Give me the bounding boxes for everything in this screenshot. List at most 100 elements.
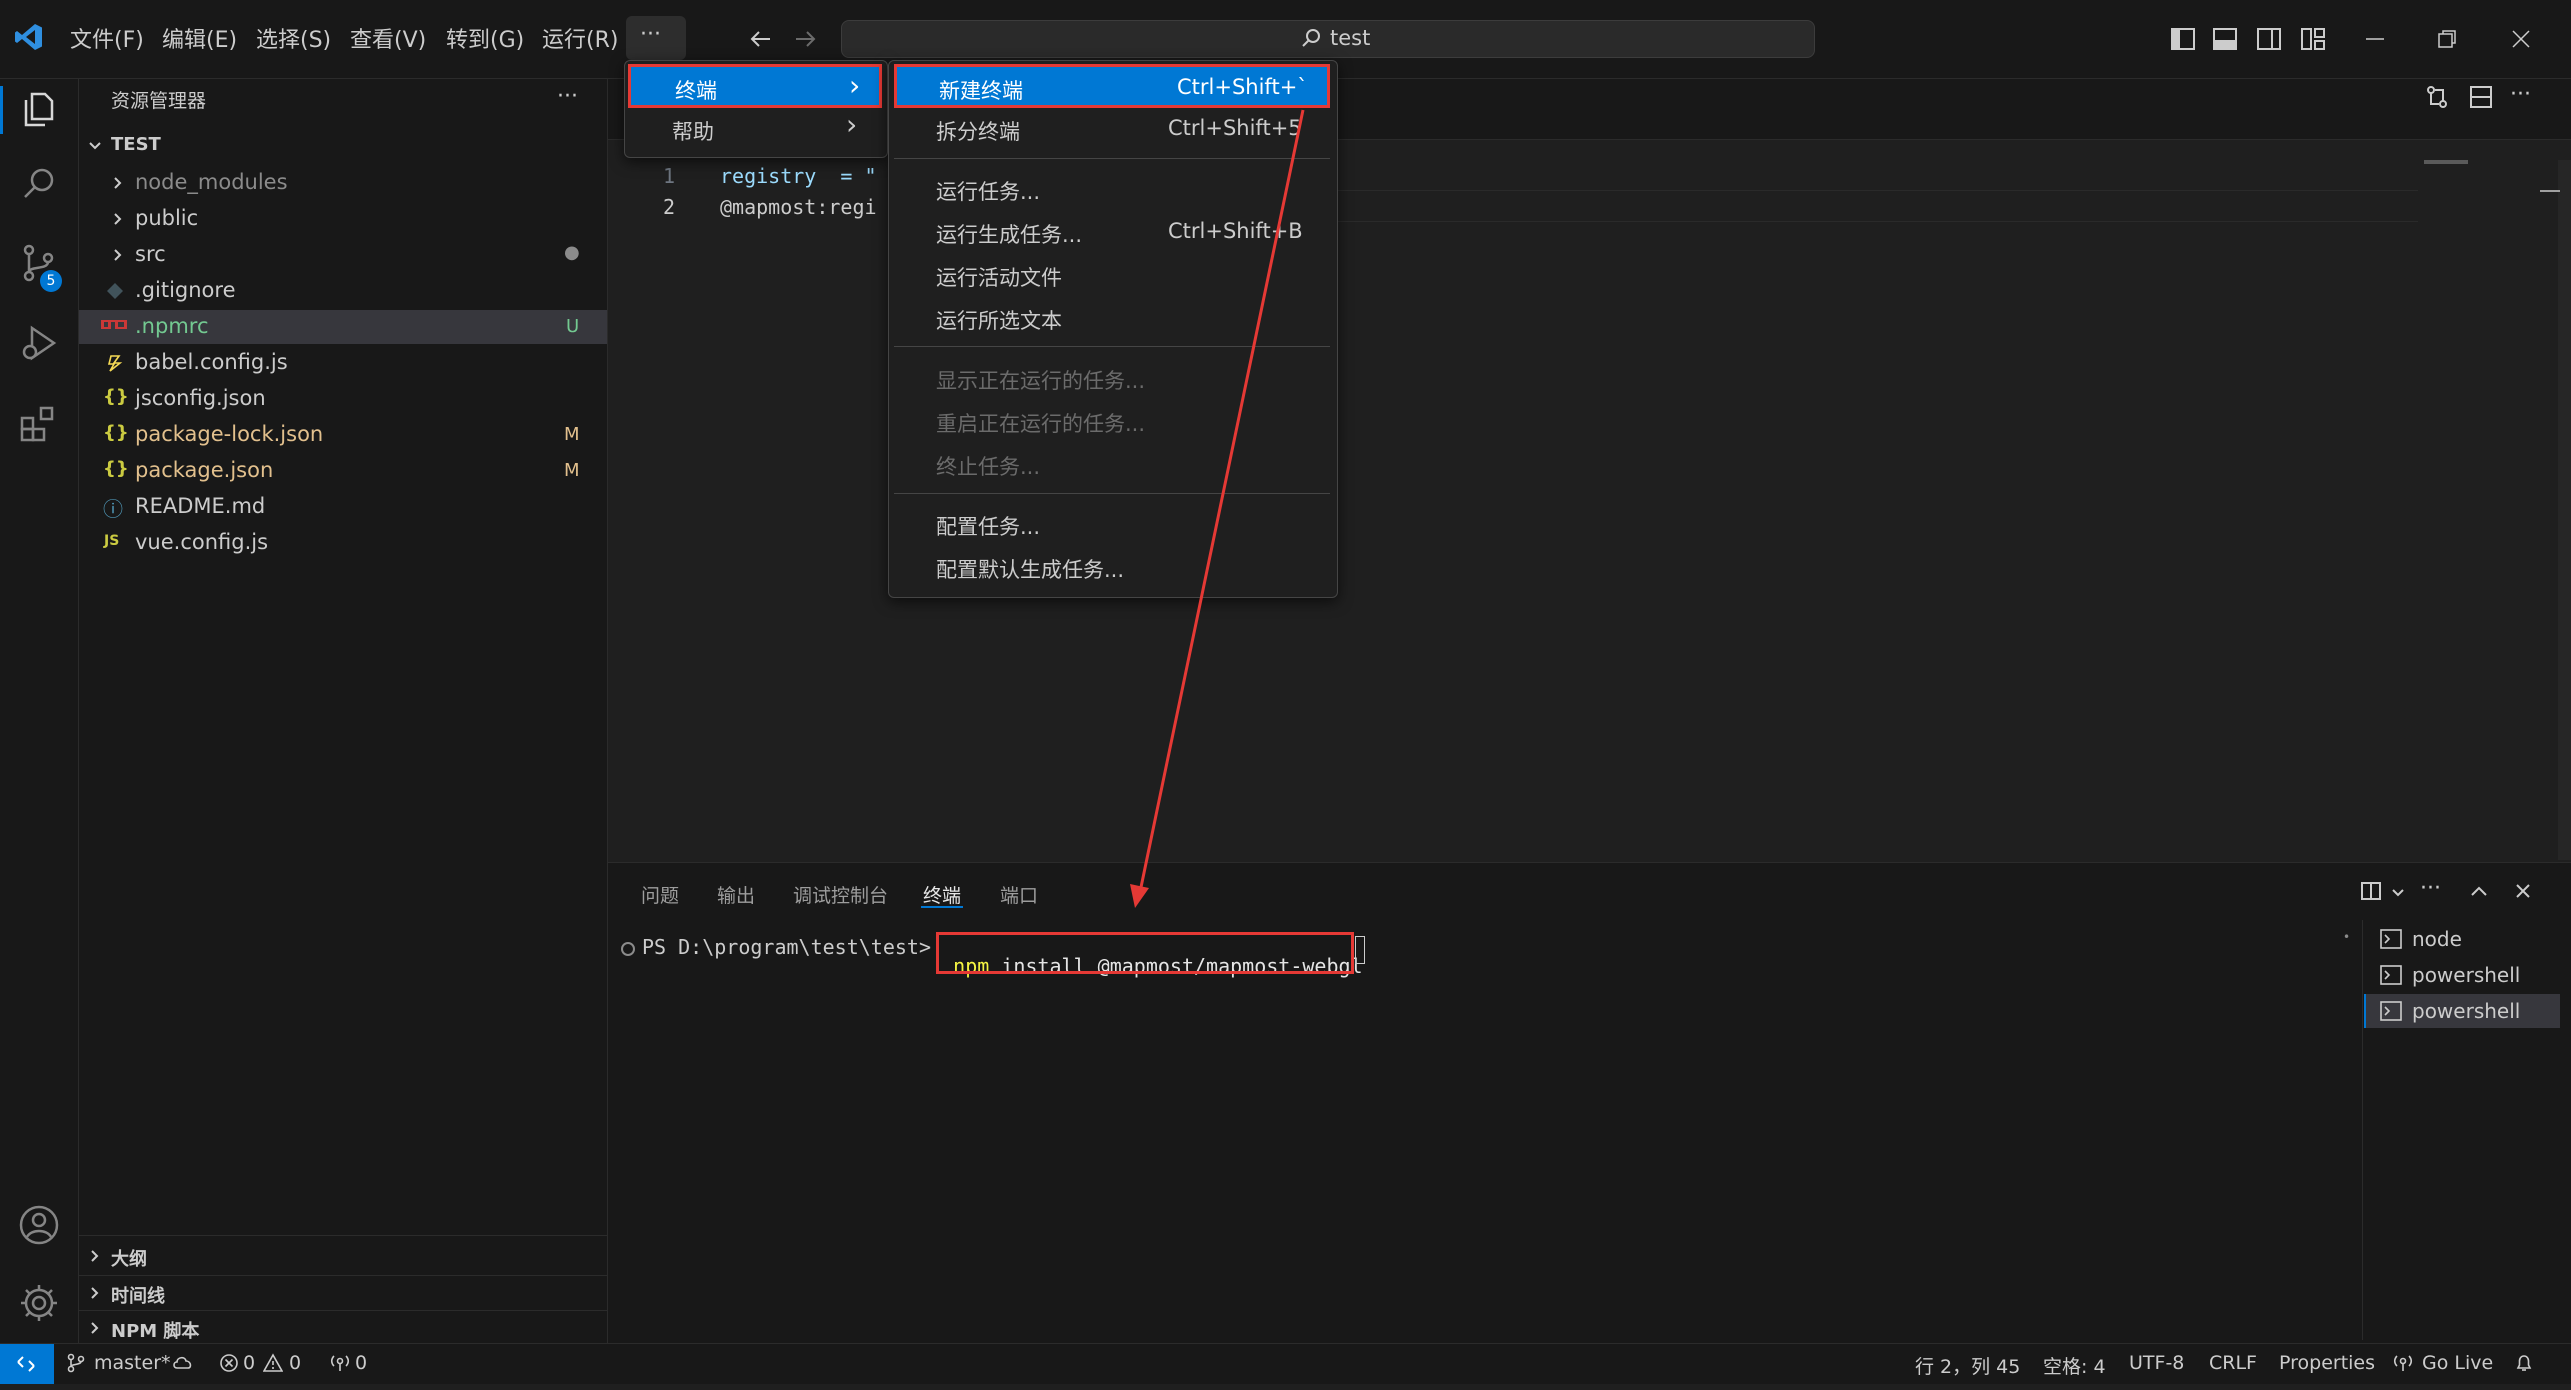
command-center-search[interactable]: [841, 20, 1815, 58]
open-changes-icon[interactable]: [2424, 84, 2450, 110]
tree-item-public[interactable]: public: [79, 202, 607, 236]
menu-item-configure-default-build-task[interactable]: 配置默认生成任务...: [894, 548, 1330, 588]
split-terminal-icon[interactable]: [2360, 880, 2382, 902]
forward-arrow-icon[interactable]: [792, 26, 818, 52]
menu-edit[interactable]: 编辑(E): [162, 22, 237, 54]
more-menu-button[interactable]: ···: [626, 16, 686, 60]
menu-item-label: 运行生成任务...: [936, 223, 1083, 247]
source-control-badge: 5: [40, 270, 62, 292]
menu-item-run-selected-text[interactable]: 运行所选文本: [894, 299, 1330, 339]
language-mode[interactable]: Properties: [2279, 1352, 2375, 1374]
ports-count[interactable]: 0: [355, 1352, 367, 1374]
tree-item-readme[interactable]: ⓘ README.md: [79, 490, 607, 524]
menu-separator: [894, 493, 1330, 494]
chevron-right-icon: ›: [846, 108, 858, 141]
tab-output[interactable]: 输出: [717, 881, 755, 908]
terminal-prompt: PS D:\program\test\test>: [642, 935, 931, 959]
menu-item-run-build-task[interactable]: 运行生成任务... Ctrl+Shift+B: [894, 213, 1330, 253]
chevron-down-icon[interactable]: [2390, 884, 2406, 900]
terminal-list-item[interactable]: powershell: [2364, 958, 2560, 992]
editor-gutter: [608, 150, 688, 250]
toggle-primary-sidebar-icon[interactable]: [2170, 26, 2196, 52]
line-number: 2: [663, 195, 676, 219]
menu-separator: [894, 346, 1330, 347]
editor-scrollbar[interactable]: [2558, 160, 2571, 860]
explorer-more-button[interactable]: ···: [557, 84, 578, 109]
extensions-icon[interactable]: [18, 402, 60, 444]
explorer-icon[interactable]: [18, 88, 60, 130]
toggle-secondary-sidebar-icon[interactable]: [2256, 26, 2282, 52]
accounts-icon[interactable]: [18, 1204, 60, 1246]
section-timeline[interactable]: 时间线: [79, 1275, 607, 1310]
tree-item-label: package.json: [135, 458, 274, 482]
search-icon: [1300, 28, 1322, 50]
go-live-button[interactable]: Go Live: [2422, 1352, 2493, 1374]
json-braces-icon: {}: [103, 386, 129, 407]
tree-item-src[interactable]: src ●: [79, 238, 607, 272]
tree-item-npmrc[interactable]: .npmrc U: [79, 310, 607, 344]
menu-item-new-terminal[interactable]: 新建终端 Ctrl+Shift+`: [894, 64, 1330, 108]
workspace-root[interactable]: TEST: [111, 134, 161, 155]
error-count[interactable]: 0: [243, 1352, 255, 1374]
menu-file[interactable]: 文件(F): [70, 22, 144, 54]
tab-terminal[interactable]: 终端: [923, 881, 961, 908]
section-npm-scripts[interactable]: NPM 脚本: [79, 1310, 607, 1345]
npm-icon: [101, 320, 127, 329]
menu-run[interactable]: 运行(R): [542, 22, 618, 54]
close-panel-icon[interactable]: [2512, 880, 2534, 902]
section-outline[interactable]: 大纲: [79, 1239, 607, 1273]
menu-item-help[interactable]: 帮助 ›: [628, 108, 882, 150]
settings-gear-icon[interactable]: [18, 1282, 60, 1324]
close-window-icon[interactable]: [2508, 26, 2534, 52]
notifications-bell-icon[interactable]: [2514, 1353, 2534, 1373]
menu-item-show-running-tasks: 显示正在运行的任务...: [894, 359, 1330, 399]
tree-item-babel-config[interactable]: babel.config.js: [79, 346, 607, 380]
tree-item-package-lock[interactable]: {} package-lock.json M: [79, 418, 607, 452]
run-debug-icon[interactable]: [18, 322, 60, 364]
tab-problems[interactable]: 问题: [641, 881, 679, 908]
end-of-line[interactable]: CRLF: [2209, 1352, 2257, 1374]
minimize-icon[interactable]: [2362, 26, 2388, 52]
cursor-position[interactable]: 行 2，列 45: [1915, 1352, 2020, 1379]
menu-item-terminal[interactable]: 终端 ›: [628, 64, 882, 108]
split-editor-icon[interactable]: [2468, 84, 2494, 110]
terminal-list-item-active[interactable]: powershell: [2364, 994, 2560, 1028]
tree-item-package[interactable]: {} package.json M: [79, 454, 607, 488]
warning-count[interactable]: 0: [289, 1352, 301, 1374]
git-branch[interactable]: master*: [94, 1352, 171, 1374]
customize-layout-icon[interactable]: [2300, 26, 2326, 52]
tree-item-jsconfig[interactable]: {} jsconfig.json: [79, 382, 607, 416]
search-view-icon[interactable]: [18, 164, 60, 206]
info-icon: ⓘ: [103, 497, 123, 521]
back-arrow-icon[interactable]: [748, 26, 774, 52]
code-line[interactable]: registry = ": [720, 164, 877, 188]
terminal-list-item[interactable]: node: [2364, 922, 2560, 956]
menu-item-split-terminal[interactable]: 拆分终端 Ctrl+Shift+5: [894, 110, 1330, 150]
terminal-decoration-circle: [621, 942, 635, 956]
active-indicator: [0, 86, 3, 134]
toggle-panel-icon[interactable]: [2212, 26, 2238, 52]
restore-icon[interactable]: [2434, 26, 2460, 52]
maximize-panel-icon[interactable]: [2468, 880, 2490, 902]
branch-icon: [66, 1353, 86, 1373]
tree-item-vue-config[interactable]: JS vue.config.js: [79, 526, 607, 560]
editor-more-button[interactable]: ···: [2510, 82, 2531, 107]
menu-item-run-active-file[interactable]: 运行活动文件: [894, 256, 1330, 296]
terminal-cursor: [1355, 936, 1365, 964]
tree-item-gitignore[interactable]: .gitignore: [79, 274, 607, 308]
encoding[interactable]: UTF-8: [2129, 1352, 2184, 1374]
sync-cloud-icon[interactable]: [172, 1353, 194, 1373]
menu-view[interactable]: 查看(V): [350, 22, 426, 54]
tab-ports[interactable]: 端口: [1000, 881, 1038, 908]
tree-item-node-modules[interactable]: node_modules: [79, 166, 607, 200]
chevron-down-icon[interactable]: [86, 136, 104, 154]
indentation[interactable]: 空格: 4: [2043, 1352, 2106, 1379]
menu-item-run-task[interactable]: 运行任务...: [894, 170, 1330, 210]
remote-indicator[interactable]: [0, 1344, 54, 1384]
menu-go[interactable]: 转到(G): [446, 22, 524, 54]
code-line[interactable]: @mapmost:regi: [720, 195, 877, 219]
menu-item-configure-tasks[interactable]: 配置任务...: [894, 505, 1330, 545]
panel-more-button[interactable]: ···: [2420, 876, 2441, 901]
tab-debug-console[interactable]: 调试控制台: [793, 881, 888, 908]
menu-selection[interactable]: 选择(S): [256, 22, 331, 54]
